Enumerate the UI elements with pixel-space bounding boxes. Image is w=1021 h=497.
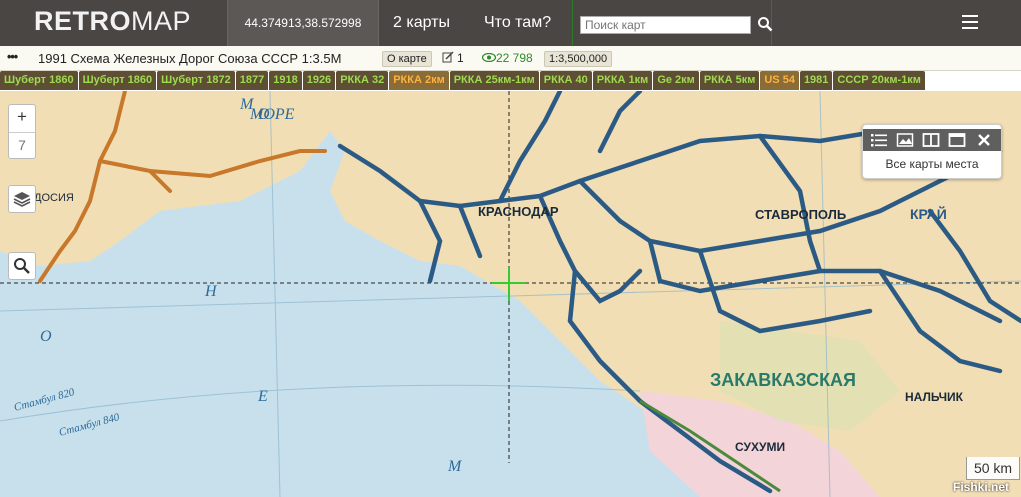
layer-tab[interactable]: РККА 32: [336, 71, 389, 90]
layers-button[interactable]: [8, 185, 36, 213]
layer-tab[interactable]: Шуберт 1860: [78, 71, 157, 90]
search-icon[interactable]: [757, 16, 773, 32]
region-label-zakavkaz: ЗАКАВКАЗСКАЯ: [710, 370, 856, 390]
map-scale-badge: 1:3,500,000: [544, 51, 613, 67]
layers-icon: [13, 192, 31, 207]
image-icon[interactable]: [896, 132, 914, 148]
more-options-button[interactable]: •••: [7, 50, 18, 64]
sea-label-more: МОРЕ: [249, 106, 295, 123]
logo-accent: MAP: [131, 6, 192, 36]
eye-icon: [482, 53, 496, 62]
list-icon[interactable]: [870, 132, 888, 148]
layer-tab[interactable]: РККА 25км-1км: [449, 71, 539, 90]
layer-tab[interactable]: 1877: [235, 71, 269, 90]
layer-tab[interactable]: 1981: [799, 71, 833, 90]
retromap-logo[interactable]: RETROMAP: [34, 6, 191, 37]
coordinates-text: 44.374913,38.572998: [244, 16, 362, 30]
city-label-stavropol: СТАВРОПОЛЬ: [755, 207, 846, 222]
search-input[interactable]: [580, 16, 751, 34]
close-icon[interactable]: [975, 132, 993, 148]
scale-bar: 50 km: [966, 457, 1020, 480]
fullscreen-window-icon[interactable]: [948, 132, 966, 148]
search-area: [572, 0, 773, 46]
layer-tab[interactable]: Ge 2км: [653, 71, 699, 90]
layer-tab[interactable]: 1926: [302, 71, 336, 90]
layer-tab[interactable]: Шуберт 1860: [0, 71, 78, 90]
zoom-level: 7: [9, 132, 35, 157]
map-tools-panel: Все карты места: [862, 124, 1002, 179]
sea-label-n: Н: [204, 283, 218, 300]
layer-tab[interactable]: СССР 20км-1км: [833, 71, 925, 90]
sea-label-o2: О: [40, 328, 52, 345]
city-label-sukhumi: СУХУМИ: [735, 440, 785, 454]
magnifier-icon: [14, 258, 30, 274]
layer-tab[interactable]: РККА 40: [539, 71, 592, 90]
zoom-control: + 7: [8, 104, 36, 159]
watermark: Fishki.net: [953, 480, 1010, 494]
layer-tab[interactable]: РККА 5км: [699, 71, 760, 90]
about-map-button[interactable]: О карте: [382, 51, 432, 67]
city-label-krasnodar: КРАСНОДАР: [478, 204, 559, 219]
edit-icon[interactable]: [442, 51, 454, 63]
layer-tab[interactable]: РККА 1км: [592, 71, 653, 90]
panel-toolbar: [863, 129, 1001, 151]
nav-two-maps[interactable]: 2 карты: [393, 0, 450, 46]
layer-tab[interactable]: US 54: [760, 71, 799, 90]
layer-tab[interactable]: Шуберт 1872: [157, 71, 235, 90]
top-header: RETROMAP 44.374913,38.572998 2 карты Что…: [0, 0, 1021, 46]
coordinates-readout[interactable]: 44.374913,38.572998: [227, 0, 379, 46]
nav-whats-there[interactable]: Что там?: [484, 0, 551, 46]
zoom-in-button[interactable]: +: [9, 105, 35, 129]
find-location-button[interactable]: [8, 252, 36, 280]
sea-label-m2: М: [447, 458, 463, 475]
map-layer-tabs: Шуберт 1860 Шуберт 1860 Шуберт 1872 1877 191…: [0, 71, 1021, 91]
region-label-krai: КРАЙ: [910, 205, 947, 222]
layer-tab[interactable]: 1918: [269, 71, 302, 90]
view-count: 22 798: [496, 51, 533, 65]
menu-icon[interactable]: [962, 15, 978, 31]
all-place-maps-link[interactable]: Все карты места: [863, 157, 1001, 171]
split-view-icon[interactable]: [922, 132, 940, 148]
logo-main: RETRO: [34, 6, 131, 36]
layer-tab[interactable]: РККА 2км: [389, 71, 449, 90]
city-label-nalchik: НАЛЬЧИК: [905, 390, 964, 404]
map-info-bar: ••• 1991 Схема Железных Дорог Союза СССР…: [0, 46, 1021, 71]
sea-label-e: Е: [257, 388, 268, 405]
edit-count: 1: [457, 51, 464, 65]
map-title: 1991 Схема Железных Дорог Союза СССР 1:3…: [38, 51, 342, 66]
